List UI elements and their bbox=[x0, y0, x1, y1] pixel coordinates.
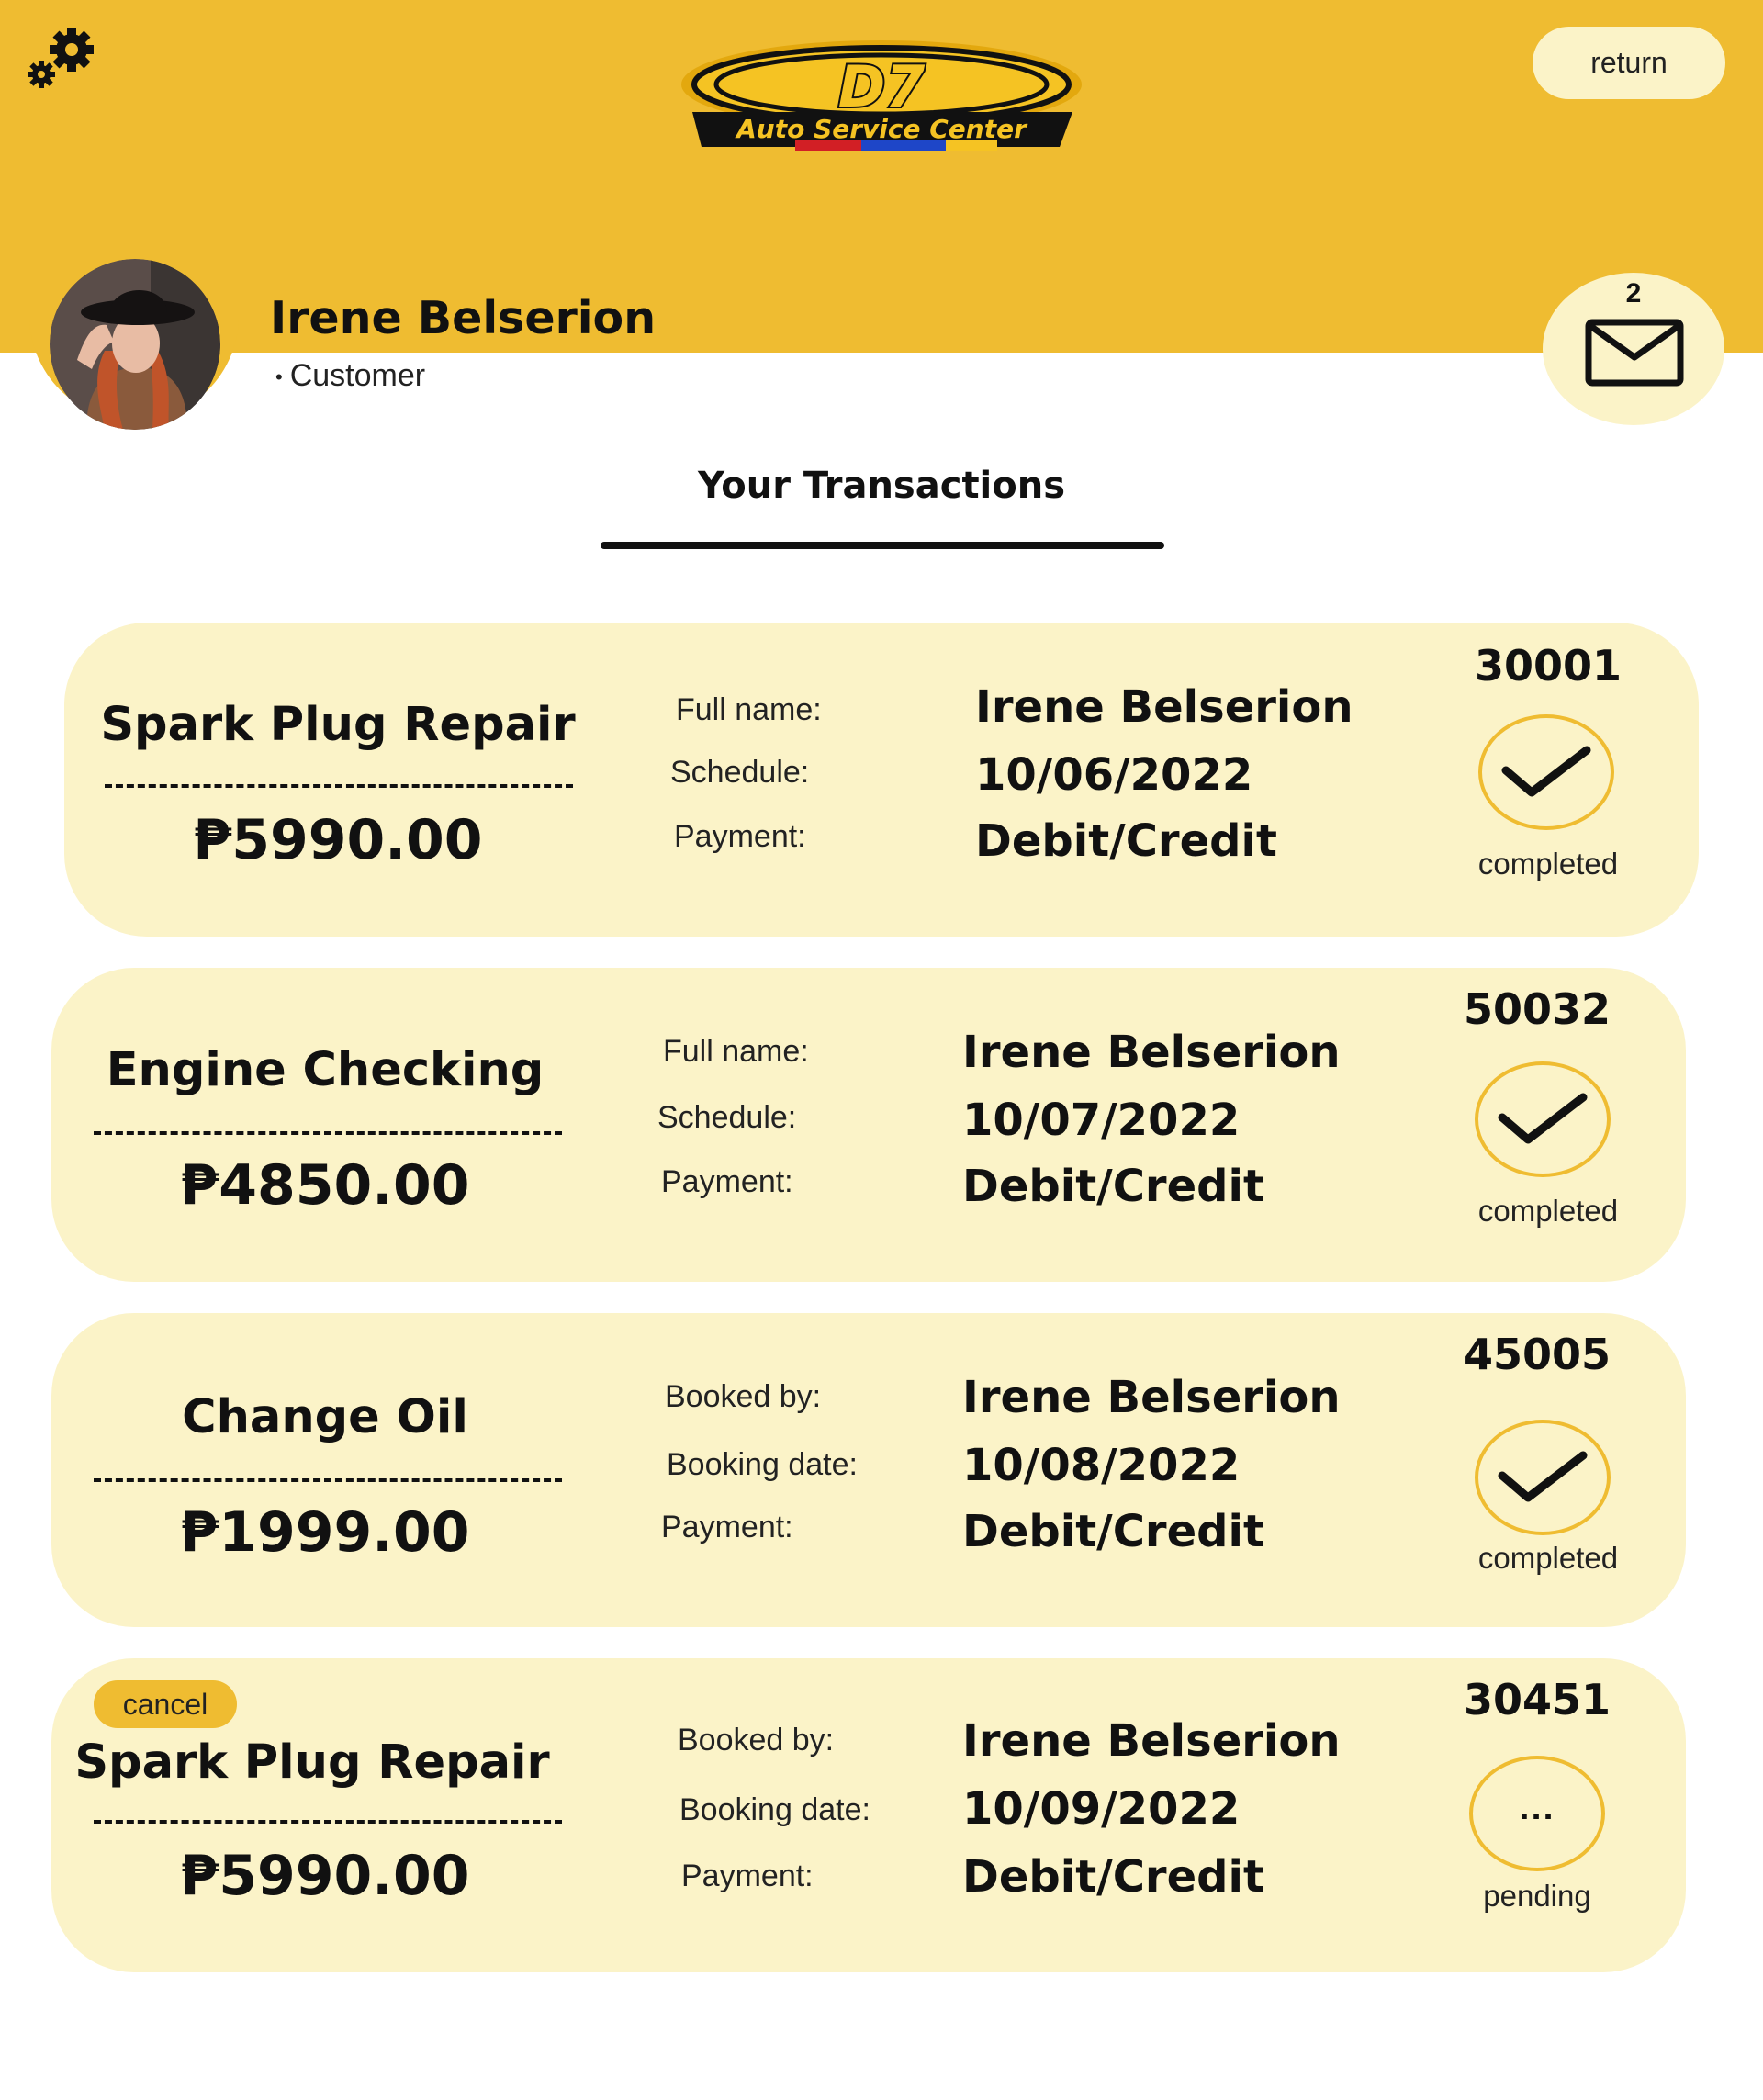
field-label: Booking date: bbox=[679, 1792, 870, 1827]
transaction-card: cancel Spark Plug Repair ₱5990.00 Booked… bbox=[51, 1658, 1686, 1972]
check-icon bbox=[1501, 746, 1591, 797]
status-label: completed bbox=[1477, 847, 1619, 881]
field-label: Schedule: bbox=[670, 755, 810, 790]
mail-count-badge: 2 bbox=[1625, 278, 1642, 309]
user-role-label: Customer bbox=[289, 358, 426, 393]
field-value: Irene Belserion bbox=[962, 1372, 1341, 1423]
field-label: Full name: bbox=[663, 1034, 809, 1069]
service-name: Spark Plug Repair bbox=[74, 1735, 550, 1790]
status-indicator: ... bbox=[1469, 1756, 1605, 1871]
field-value: Irene Belserion bbox=[975, 681, 1353, 733]
field-label: Payment: bbox=[674, 819, 806, 854]
transaction-id: 50032 bbox=[1463, 984, 1611, 1034]
transaction-id: 30001 bbox=[1474, 641, 1623, 691]
status-indicator bbox=[1478, 714, 1614, 830]
field-label: Booked by: bbox=[665, 1379, 822, 1414]
field-value: Debit/Credit bbox=[962, 1851, 1264, 1903]
logo-subtitle: Auto Service Center bbox=[735, 114, 1028, 144]
tab-active-indicator bbox=[601, 542, 1164, 549]
dashed-divider bbox=[94, 1820, 562, 1824]
service-price: ₱1999.00 bbox=[180, 1500, 470, 1565]
service-price: ₱4850.00 bbox=[180, 1153, 470, 1218]
return-button[interactable]: return bbox=[1533, 27, 1725, 99]
field-label: Booked by: bbox=[678, 1723, 835, 1757]
field-label: Full name: bbox=[676, 692, 822, 727]
transaction-id: 45005 bbox=[1463, 1330, 1611, 1379]
status-label: completed bbox=[1477, 1541, 1619, 1575]
avatar[interactable] bbox=[50, 259, 220, 430]
dashed-divider bbox=[105, 784, 573, 788]
field-value: 10/09/2022 bbox=[962, 1783, 1241, 1835]
check-icon bbox=[1498, 1093, 1588, 1144]
status-indicator bbox=[1475, 1420, 1611, 1535]
field-value: Debit/Credit bbox=[962, 1506, 1264, 1557]
status-label: completed bbox=[1477, 1194, 1619, 1228]
transaction-id: 30451 bbox=[1463, 1675, 1611, 1724]
status-label: pending bbox=[1483, 1879, 1591, 1913]
gears-icon[interactable] bbox=[26, 24, 99, 90]
field-label: Schedule: bbox=[657, 1100, 797, 1135]
status-indicator bbox=[1475, 1061, 1611, 1177]
field-value: Debit/Credit bbox=[975, 815, 1277, 867]
user-name: Irene Belserion bbox=[270, 292, 657, 344]
check-icon bbox=[1498, 1451, 1588, 1502]
transaction-card: Spark Plug Repair ₱5990.00 Full name: Sc… bbox=[64, 623, 1699, 937]
ellipsis-icon: ... bbox=[1519, 1786, 1555, 1827]
logo-title: D7 bbox=[838, 53, 926, 120]
field-value: 10/07/2022 bbox=[962, 1095, 1241, 1146]
field-value: 10/08/2022 bbox=[962, 1440, 1241, 1491]
field-value: Irene Belserion bbox=[962, 1715, 1341, 1767]
dashed-divider bbox=[94, 1131, 562, 1135]
transaction-card: Change Oil ₱1999.00 Booked by: Booking d… bbox=[51, 1313, 1686, 1627]
cancel-button[interactable]: cancel bbox=[94, 1680, 237, 1728]
envelope-icon bbox=[1585, 319, 1684, 387]
tab-your-transactions[interactable]: Your Transactions bbox=[601, 465, 1162, 507]
field-value: Debit/Credit bbox=[962, 1161, 1264, 1212]
messages-button[interactable]: 2 bbox=[1543, 273, 1724, 425]
dashed-divider bbox=[94, 1478, 562, 1482]
field-label: Booking date: bbox=[667, 1447, 858, 1482]
field-value: Irene Belserion bbox=[962, 1027, 1341, 1078]
service-name: Spark Plug Repair bbox=[100, 698, 576, 752]
field-value: 10/06/2022 bbox=[975, 749, 1253, 801]
field-label: Payment: bbox=[661, 1164, 793, 1199]
service-price: ₱5990.00 bbox=[193, 808, 483, 872]
field-label: Payment: bbox=[681, 1859, 814, 1893]
field-label: Payment: bbox=[661, 1510, 793, 1544]
service-name: Change Oil bbox=[182, 1390, 468, 1444]
brand-logo: D7 Auto Service Center bbox=[681, 40, 1082, 151]
service-price: ₱5990.00 bbox=[180, 1844, 470, 1908]
transaction-card: Engine Checking ₱4850.00 Full name: Sche… bbox=[51, 968, 1686, 1282]
service-name: Engine Checking bbox=[106, 1043, 545, 1097]
user-role: • Customer bbox=[275, 358, 426, 393]
